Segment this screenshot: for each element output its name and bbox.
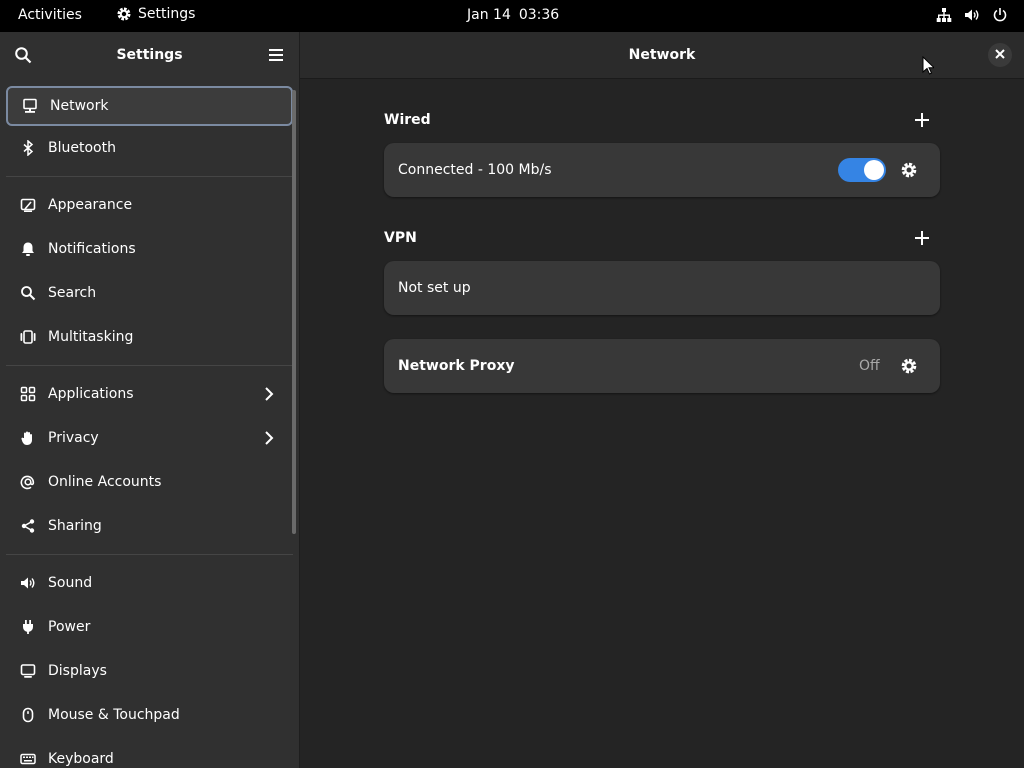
close-button[interactable]	[988, 43, 1012, 67]
network-icon	[20, 96, 40, 116]
volume-icon	[964, 7, 980, 23]
hamburger-icon	[268, 49, 284, 67]
multitasking-icon	[18, 327, 38, 347]
sidebar-item-search[interactable]: Search	[0, 271, 299, 315]
sidebar-item-label: Sound	[48, 575, 93, 591]
proxy-settings-button[interactable]	[900, 357, 918, 379]
close-icon	[995, 47, 1005, 63]
sidebar-item-label: Power	[48, 619, 91, 635]
sidebar-item-multitasking[interactable]: Multitasking	[0, 315, 299, 359]
sidebar-item-network[interactable]: Network	[6, 86, 293, 126]
sidebar-item-bluetooth[interactable]: Bluetooth	[0, 126, 299, 170]
sidebar-item-sound[interactable]: Sound	[0, 561, 299, 605]
at-icon	[18, 472, 38, 492]
gear-icon	[900, 358, 918, 379]
wired-settings-button[interactable]	[900, 161, 918, 183]
appearance-icon	[18, 195, 38, 215]
sidebar-title: Settings	[116, 47, 183, 63]
power-icon	[992, 7, 1008, 23]
app-menu[interactable]: Settings	[116, 6, 195, 22]
sidebar-item-displays[interactable]: Displays	[0, 649, 299, 693]
sidebar-scrollbar[interactable]	[292, 90, 296, 534]
sidebar-item-label: Bluetooth	[48, 140, 116, 156]
plus-icon	[914, 231, 930, 250]
plus-icon	[914, 113, 930, 132]
clock[interactable]: Jan 14 03:36	[467, 7, 559, 23]
sidebar-item-label: Sharing	[48, 518, 102, 534]
app-name: Settings	[138, 6, 196, 22]
sidebar-item-label: Network	[50, 98, 109, 114]
power-plug-icon	[18, 617, 38, 637]
vpn-section-title: VPN	[384, 230, 417, 246]
chevron-right-icon	[263, 430, 275, 450]
sidebar-item-label: Online Accounts	[48, 474, 162, 490]
sidebar-item-sharing[interactable]: Sharing	[0, 504, 299, 548]
gear-icon	[116, 6, 132, 22]
sidebar-item-label: Search	[48, 285, 97, 301]
sidebar-item-label: Mouse & Touchpad	[48, 707, 180, 723]
network-proxy-label: Network Proxy	[398, 358, 515, 374]
clock-time: 03:36	[518, 7, 560, 23]
activities-button[interactable]: Activities	[18, 7, 82, 23]
sidebar-item-label: Privacy	[48, 430, 99, 446]
network-proxy-state: Off	[859, 358, 880, 374]
sidebar-item-privacy[interactable]: Privacy	[0, 416, 299, 460]
wired-toggle[interactable]	[838, 158, 886, 182]
sidebar: Settings Network Bluetooth Appearance Notif…	[0, 32, 300, 768]
sidebar-item-label: Keyboard	[48, 751, 114, 767]
sidebar-item-applications[interactable]: Applications	[0, 372, 299, 416]
sidebar-item-label: Notifications	[48, 241, 136, 257]
network-wired-icon	[936, 7, 952, 23]
search-icon	[18, 283, 38, 303]
page-title: Network	[628, 47, 696, 63]
share-icon	[18, 516, 38, 536]
display-icon	[18, 661, 38, 681]
sound-icon	[18, 573, 38, 593]
clock-date: Jan 14	[467, 7, 511, 23]
sidebar-item-online-accounts[interactable]: Online Accounts	[0, 460, 299, 504]
sidebar-item-appearance[interactable]: Appearance	[0, 183, 299, 227]
sidebar-separator	[6, 554, 293, 555]
hand-icon	[18, 428, 38, 448]
wired-connection-row: Connected - 100 Mb/s	[384, 143, 940, 197]
sidebar-item-label: Applications	[48, 386, 134, 402]
sidebar-item-power[interactable]: Power	[0, 605, 299, 649]
add-vpn-button[interactable]	[914, 230, 930, 250]
vpn-status: Not set up	[398, 280, 471, 296]
sidebar-separator	[6, 176, 293, 177]
chevron-right-icon	[263, 386, 275, 406]
sidebar-item-keyboard[interactable]: Keyboard	[0, 737, 299, 768]
wired-status: Connected - 100 Mb/s	[398, 162, 552, 178]
sidebar-header: Settings	[0, 32, 299, 78]
sidebar-list: Network Bluetooth Appearance Notifications S…	[0, 86, 299, 768]
vpn-row: Not set up	[384, 261, 940, 315]
sidebar-item-label: Multitasking	[48, 329, 134, 345]
keyboard-icon	[18, 749, 38, 768]
content-header: Network	[300, 32, 1024, 79]
bell-icon	[18, 239, 38, 259]
sidebar-item-label: Displays	[48, 663, 107, 679]
top-bar: Activities Settings Jan 14 03:36	[0, 0, 1024, 32]
sidebar-item-notifications[interactable]: Notifications	[0, 227, 299, 271]
network-proxy-row[interactable]: Network Proxy Off	[384, 339, 940, 393]
sidebar-item-label: Appearance	[48, 197, 133, 213]
bluetooth-icon	[18, 138, 38, 158]
wired-section-title: Wired	[384, 112, 431, 128]
add-wired-button[interactable]	[914, 112, 930, 132]
toggle-knob	[864, 160, 884, 180]
gear-icon	[900, 162, 918, 183]
sidebar-separator	[6, 365, 293, 366]
applications-icon	[18, 384, 38, 404]
network-panel: Network Wired Connected - 100 Mb/s VPN N…	[300, 32, 1024, 768]
main-menu-button[interactable]	[268, 47, 284, 67]
mouse-pointer-icon	[922, 55, 936, 80]
sidebar-item-mouse-and-touchpad[interactable]: Mouse & Touchpad	[0, 693, 299, 737]
mouse-icon	[18, 705, 38, 725]
system-status-area[interactable]	[936, 7, 1008, 23]
